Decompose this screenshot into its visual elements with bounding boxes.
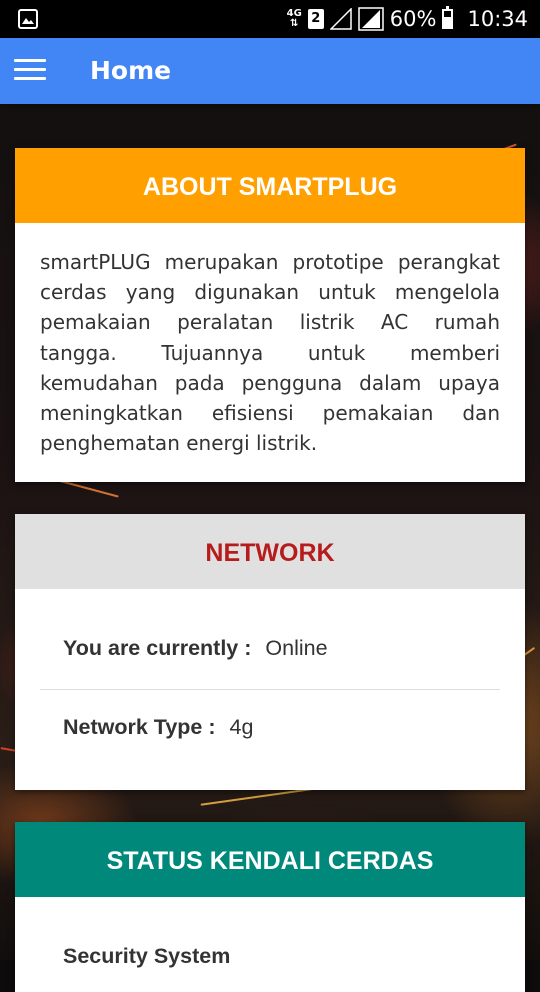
about-card-header: ABOUT SMARTPLUG — [15, 148, 525, 223]
clock: 10:34 — [467, 7, 528, 31]
connection-status-value: Online — [265, 636, 328, 660]
security-system-row[interactable]: Security System — [63, 944, 230, 969]
app-bar: Home — [0, 38, 540, 104]
about-description: smartPLUG merupakan prototipe perangkat … — [40, 250, 500, 456]
network-type-label: Network Type : — [63, 715, 216, 739]
connection-status-label: You are currently : — [63, 636, 252, 660]
network-type-indicator: 4G ⇅ — [286, 8, 302, 29]
divider — [40, 689, 500, 690]
status-card-header: STATUS KENDALI CERDAS — [15, 822, 525, 897]
battery-percentage: 60% — [389, 7, 437, 31]
connection-status-row: You are currently : Online — [63, 636, 328, 661]
page-title: Home — [90, 56, 172, 85]
gallery-notification-icon — [18, 9, 38, 29]
hamburger-menu-icon[interactable] — [14, 59, 46, 83]
network-card: NETWORK You are currently : Online Networ… — [15, 514, 525, 790]
status-kendali-card: STATUS KENDALI CERDAS Security System — [15, 822, 525, 992]
status-bar: 4G ⇅ 2 60% 10:34 — [0, 0, 540, 38]
network-type-row: Network Type : 4g — [63, 715, 253, 740]
sim-slot-icon: 2 — [307, 9, 324, 29]
about-smartplug-card: ABOUT SMARTPLUG smartPLUG merupakan prot… — [15, 148, 525, 482]
security-system-label: Security System — [63, 944, 231, 968]
signal-strength-icon-sim1 — [329, 8, 352, 30]
signal-strength-icon-sim2 — [358, 7, 384, 31]
network-card-header: NETWORK — [15, 514, 525, 589]
network-type-value: 4g — [229, 715, 254, 739]
battery-icon — [442, 6, 454, 29]
